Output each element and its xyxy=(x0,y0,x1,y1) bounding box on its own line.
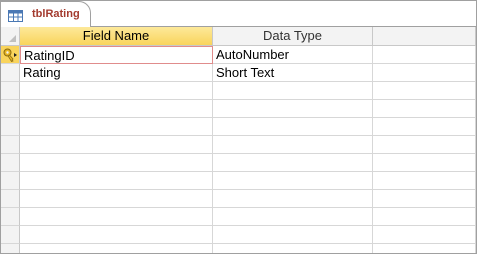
description-cell[interactable] xyxy=(373,154,476,172)
empty-data-type-cell[interactable] xyxy=(213,172,373,190)
row-selector[interactable] xyxy=(1,226,20,244)
row-selector[interactable] xyxy=(1,82,20,100)
empty-field-name-cell[interactable] xyxy=(20,172,213,190)
row-selector[interactable] xyxy=(1,100,20,118)
description-cell[interactable] xyxy=(373,226,476,244)
field-name-cell[interactable]: RatingID xyxy=(20,46,213,64)
description-cell[interactable] xyxy=(373,172,476,190)
description-cell[interactable] xyxy=(373,136,476,154)
row-selector[interactable] xyxy=(1,154,20,172)
document-tab-strip: tblRating xyxy=(1,1,476,27)
tab-label: tblRating xyxy=(32,8,80,20)
empty-data-type-cell[interactable] xyxy=(213,244,373,253)
column-header-description[interactable] xyxy=(373,27,476,46)
corner-triangle-icon xyxy=(9,35,16,42)
description-cell[interactable] xyxy=(373,118,476,136)
field-name-cell[interactable]: Rating xyxy=(20,64,213,82)
empty-field-name-cell[interactable] xyxy=(20,100,213,118)
row-selector[interactable] xyxy=(1,208,20,226)
description-cell[interactable] xyxy=(373,82,476,100)
table-design-window: tblRating Field Name Data Type RatingID A… xyxy=(0,0,477,254)
row-selector[interactable] xyxy=(1,46,20,64)
column-header-field-name[interactable]: Field Name xyxy=(20,27,213,46)
row-selector[interactable] xyxy=(1,118,20,136)
description-cell[interactable] xyxy=(373,100,476,118)
empty-field-name-cell[interactable] xyxy=(20,226,213,244)
empty-field-name-cell[interactable] xyxy=(20,154,213,172)
empty-data-type-cell[interactable] xyxy=(213,154,373,172)
row-selector[interactable] xyxy=(1,190,20,208)
primary-key-icon xyxy=(3,48,17,62)
row-selector[interactable] xyxy=(1,64,20,82)
column-header-data-type[interactable]: Data Type xyxy=(213,27,373,46)
description-cell[interactable] xyxy=(373,208,476,226)
empty-field-name-cell[interactable] xyxy=(20,190,213,208)
empty-data-type-cell[interactable] xyxy=(213,226,373,244)
empty-data-type-cell[interactable] xyxy=(213,208,373,226)
tab-tblrating[interactable]: tblRating xyxy=(1,1,91,27)
table-icon xyxy=(8,10,23,22)
design-grid: Field Name Data Type RatingID AutoNumber R… xyxy=(1,27,476,253)
row-selector[interactable] xyxy=(1,172,20,190)
description-cell[interactable] xyxy=(373,244,476,253)
empty-field-name-cell[interactable] xyxy=(20,118,213,136)
empty-data-type-cell[interactable] xyxy=(213,136,373,154)
empty-field-name-cell[interactable] xyxy=(20,208,213,226)
empty-data-type-cell[interactable] xyxy=(213,118,373,136)
empty-field-name-cell[interactable] xyxy=(20,82,213,100)
empty-data-type-cell[interactable] xyxy=(213,100,373,118)
description-cell[interactable] xyxy=(373,190,476,208)
data-type-cell[interactable]: Short Text xyxy=(213,64,373,82)
select-all-corner[interactable] xyxy=(1,27,20,46)
data-type-cell[interactable]: AutoNumber xyxy=(213,46,373,64)
description-cell[interactable] xyxy=(373,64,476,82)
description-cell[interactable] xyxy=(373,46,476,64)
empty-field-name-cell[interactable] xyxy=(20,136,213,154)
empty-field-name-cell[interactable] xyxy=(20,244,213,253)
row-selector[interactable] xyxy=(1,136,20,154)
empty-data-type-cell[interactable] xyxy=(213,190,373,208)
empty-data-type-cell[interactable] xyxy=(213,82,373,100)
row-selector[interactable] xyxy=(1,244,20,253)
